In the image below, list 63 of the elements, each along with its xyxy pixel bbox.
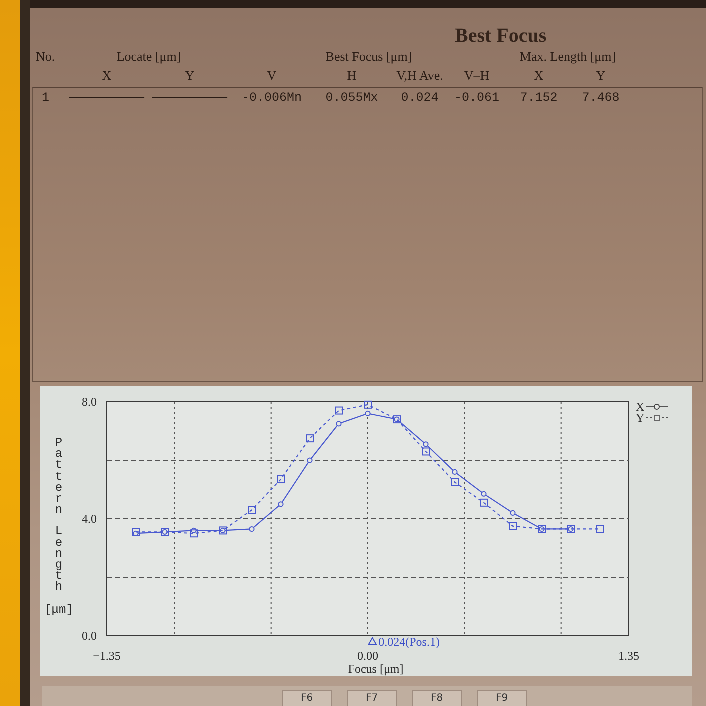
table-cell-text: -0.006Mn [240, 90, 303, 106]
legend-label: X [636, 400, 645, 414]
square-marker [480, 498, 488, 507]
square-marker [451, 478, 459, 486]
table-cell-text: —————————— [68, 90, 146, 106]
square-marker [364, 400, 372, 409]
column-header: H [346, 68, 358, 84]
column-header: V,H Ave. [396, 68, 444, 84]
square-marker [335, 406, 343, 415]
square-marker [596, 525, 604, 534]
circle-marker [365, 410, 371, 416]
function-key-button[interactable]: F9 [477, 690, 527, 706]
column-header: V–H [463, 68, 491, 84]
legend-label: Y [636, 411, 645, 425]
axis-tick-label: 1.35 [618, 649, 640, 663]
legend-line-icon [646, 415, 668, 421]
column-header: X [533, 68, 545, 84]
square-marker [277, 476, 285, 484]
window-title: Best Focus [455, 25, 547, 47]
circle-marker [249, 526, 255, 532]
circle-marker [423, 442, 429, 448]
table-cell-text: —————————— [151, 90, 228, 106]
circle-marker [452, 469, 458, 475]
circle-marker [191, 528, 197, 534]
column-header: V [266, 68, 278, 84]
square-marker [190, 530, 198, 538]
circle-marker [510, 510, 516, 516]
column-group-header: Best Focus [μm] [324, 49, 414, 65]
table-cell-text: 1 [41, 90, 51, 106]
table-cell-text: 0.024 [400, 90, 440, 106]
table-cell-text: -0.061 [453, 90, 500, 106]
column-group-header: Max. Length [μm] [518, 49, 618, 65]
y-axis-title: Pattern Length [μm] [44, 438, 74, 616]
circle-marker [278, 502, 284, 508]
annotation-label: 0.024(Pos.1) [378, 635, 440, 649]
axis-tick-label: 4.0 [82, 512, 97, 526]
circle-marker [133, 530, 139, 536]
table-cell-text: 0.055Mx [324, 90, 380, 106]
circle-marker [481, 491, 487, 497]
column-header: Y [595, 68, 607, 84]
table-cell-text: 7.152 [519, 90, 559, 106]
triangle-marker-icon [368, 637, 378, 646]
function-key-button[interactable]: F7 [347, 690, 397, 706]
circle-marker [307, 458, 313, 464]
axis-tick-label: 0.0 [82, 629, 97, 643]
legend-line-icon [646, 404, 668, 410]
axis-tick-label: 8.0 [82, 395, 97, 409]
square-marker [248, 506, 256, 514]
x-axis-title: Focus [μm] [348, 662, 404, 676]
function-key-button[interactable]: F8 [412, 690, 462, 706]
axis-tick-label: 0.00 [358, 649, 378, 663]
function-key-button[interactable]: F6 [282, 690, 332, 706]
column-group-header: No. [36, 49, 56, 65]
table-cell-text: 7.468 [581, 90, 621, 106]
column-header: Y [184, 68, 196, 84]
square-marker [509, 522, 517, 530]
square-marker [422, 448, 430, 456]
circle-marker [336, 421, 342, 427]
column-header: X [101, 68, 113, 84]
column-group-header: Locate [μm] [116, 49, 182, 65]
square-marker [306, 434, 314, 443]
square-marker [132, 528, 140, 536]
axis-tick-label: −1.35 [93, 649, 121, 663]
